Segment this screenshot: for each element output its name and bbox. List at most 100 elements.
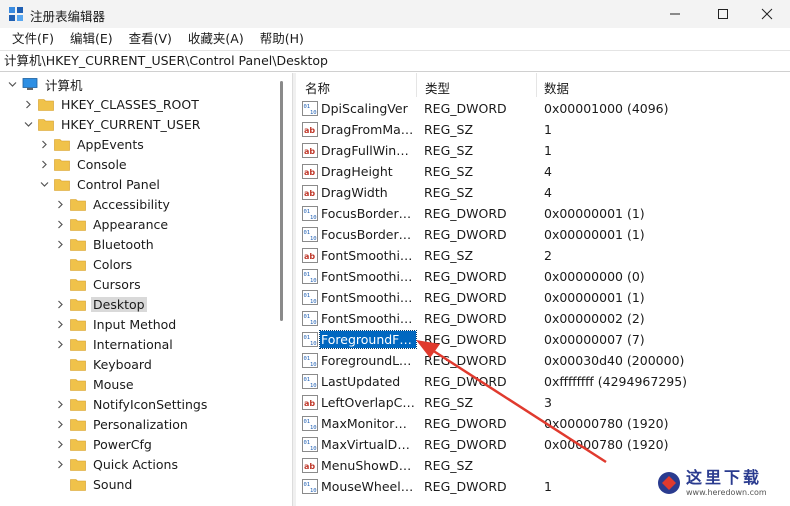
value-row[interactable]: 01 10 FontSmoothin... REG_DWORD 0x00000000 (… (296, 266, 790, 287)
value-type: REG_SZ (424, 164, 474, 179)
tree-item[interactable]: International (54, 334, 175, 354)
value-data: 3 (544, 395, 552, 410)
tree-item-label: Colors (93, 256, 133, 272)
tree-item[interactable]: Mouse (54, 374, 136, 394)
value-row[interactable]: 01 10 MaxMonitorDi... REG_DWORD 0x00000780 (… (296, 413, 790, 434)
svg-text:ab: ab (304, 252, 315, 261)
tree-item[interactable]: Console (38, 154, 129, 174)
column-header-name[interactable]: 名称 (305, 78, 330, 97)
address-bar[interactable]: 计算机\HKEY_CURRENT_USER\Control Panel\Desk… (0, 50, 790, 72)
maximize-button[interactable] (700, 0, 746, 28)
chevron-right-icon[interactable] (54, 218, 66, 230)
chevron-right-icon[interactable] (54, 318, 66, 330)
column-separator[interactable] (416, 73, 417, 97)
minimize-button[interactable] (652, 0, 698, 28)
menu-edit[interactable]: 编辑(E) (62, 28, 121, 50)
menu-file[interactable]: 文件(F) (4, 28, 62, 50)
column-header-data[interactable]: 数据 (544, 78, 569, 97)
value-row[interactable]: 01 10 FontSmoothin... REG_DWORD 0x00000002 (… (296, 308, 790, 329)
value-row[interactable]: ab DragHeight REG_SZ 4 (296, 161, 790, 182)
folder-icon (38, 98, 54, 111)
value-row[interactable]: 01 10 ForegroundLo... REG_DWORD 0x00030d40 (… (296, 350, 790, 371)
tree-item[interactable]: Appearance (54, 214, 170, 234)
tree-horizontal-scrollbar[interactable] (0, 491, 290, 506)
tree-item[interactable]: AppEvents (38, 134, 146, 154)
tree-item-label: Control Panel (77, 176, 160, 192)
chevron-right-icon[interactable] (54, 418, 66, 430)
value-row[interactable]: ab DragFullWindo... REG_SZ 1 (296, 140, 790, 161)
chevron-right-icon[interactable] (22, 98, 34, 110)
value-row[interactable]: 01 10 MaxVirtualDes... REG_DWORD 0x00000780 … (296, 434, 790, 455)
value-data: 0x00030d40 (200000) (544, 353, 685, 368)
value-row[interactable]: 01 10 FontSmoothin... REG_DWORD 0x00000001 (… (296, 287, 790, 308)
column-separator[interactable] (536, 73, 537, 97)
folder-icon (54, 158, 70, 171)
chevron-right-icon[interactable] (54, 458, 66, 470)
tree-item[interactable]: Quick Actions (54, 454, 180, 474)
svg-text:10: 10 (310, 110, 317, 116)
menu-favorites[interactable]: 收藏夹(A) (180, 28, 252, 50)
chevron-down-icon[interactable] (22, 118, 34, 130)
tree-item[interactable]: PowerCfg (54, 434, 154, 454)
value-row[interactable]: 01 10 FocusBorderH... REG_DWORD 0x00000001 (… (296, 203, 790, 224)
value-row[interactable]: ab LeftOverlapCh... REG_SZ 3 (296, 392, 790, 413)
tree-item[interactable]: Keyboard (54, 354, 154, 374)
value-row[interactable]: ab DragWidth REG_SZ 4 (296, 182, 790, 203)
tree-item[interactable]: Input Method (54, 314, 178, 334)
tree-scrollbar[interactable] (278, 73, 286, 491)
svg-text:ab: ab (304, 462, 315, 471)
svg-text:10: 10 (310, 320, 317, 326)
value-name: ForegroundFla... (319, 330, 417, 349)
value-row[interactable]: 01 10 ForegroundFla... REG_DWORD 0x00000007 … (296, 329, 790, 350)
tree-item-label: Desktop (91, 296, 147, 312)
chevron-down-icon[interactable] (38, 178, 50, 190)
value-name: FontSmoothin... (321, 290, 416, 305)
chevron-right-icon[interactable] (54, 238, 66, 250)
chevron-right-icon[interactable] (54, 298, 66, 310)
tree-item[interactable]: Control Panel (38, 174, 162, 194)
chevron-right-icon[interactable] (38, 158, 50, 170)
value-row[interactable]: ab DragFromMaxi... REG_SZ 1 (296, 119, 790, 140)
close-button[interactable] (744, 0, 790, 28)
minimize-icon (670, 13, 680, 15)
tree-item[interactable]: HKEY_CLASSES_ROOT (22, 94, 201, 114)
menu-view[interactable]: 查看(V) (121, 28, 180, 50)
dword-icon: 01 10 (302, 353, 318, 368)
chevron-right-icon[interactable] (38, 138, 50, 150)
value-type: REG_DWORD (424, 206, 507, 221)
tree-item[interactable]: Personalization (54, 414, 190, 434)
tree-item[interactable]: Colors (54, 254, 134, 274)
value-row[interactable]: 01 10 DpiScalingVer REG_DWORD 0x00001000 (40… (296, 98, 790, 119)
chevron-right-icon[interactable] (54, 438, 66, 450)
value-row[interactable]: ab FontSmoothing REG_SZ 2 (296, 245, 790, 266)
value-row[interactable]: 01 10 LastUpdated REG_DWORD 0xffffffff (4294… (296, 371, 790, 392)
folder-icon (70, 278, 86, 291)
tree-item[interactable]: Accessibility (54, 194, 172, 214)
value-row[interactable]: 01 10 FocusBorderW... REG_DWORD 0x00000001 (… (296, 224, 790, 245)
chevron-right-icon[interactable] (54, 198, 66, 210)
chevron-right-icon[interactable] (54, 398, 66, 410)
chevron-right-icon[interactable] (54, 338, 66, 350)
dword-icon: 01 10 (302, 227, 318, 242)
value-data: 1 (544, 143, 552, 158)
tree-item[interactable]: Cursors (54, 274, 143, 294)
value-type: REG_DWORD (424, 269, 507, 284)
tree-scrollbar-thumb[interactable] (280, 81, 283, 321)
tree-item[interactable]: Desktop (54, 294, 147, 314)
tree-item[interactable]: 计算机 (6, 74, 85, 94)
chevron-down-icon[interactable] (6, 78, 18, 90)
dword-icon: 01 10 (302, 101, 318, 116)
column-header-type[interactable]: 类型 (425, 78, 450, 97)
tree-item[interactable]: NotifyIconSettings (54, 394, 209, 414)
svg-text:ab: ab (304, 189, 315, 198)
tree-item[interactable]: HKEY_CURRENT_USER (22, 114, 202, 134)
tree-item-label: Mouse (93, 376, 134, 392)
tree-item[interactable]: Bluetooth (54, 234, 156, 254)
value-type: REG_DWORD (424, 353, 507, 368)
tree-item-label: HKEY_CLASSES_ROOT (61, 96, 199, 112)
menu-help[interactable]: 帮助(H) (252, 28, 312, 50)
value-name: MenuShowDelay (321, 458, 416, 473)
value-name: DragFullWindo... (321, 143, 416, 158)
